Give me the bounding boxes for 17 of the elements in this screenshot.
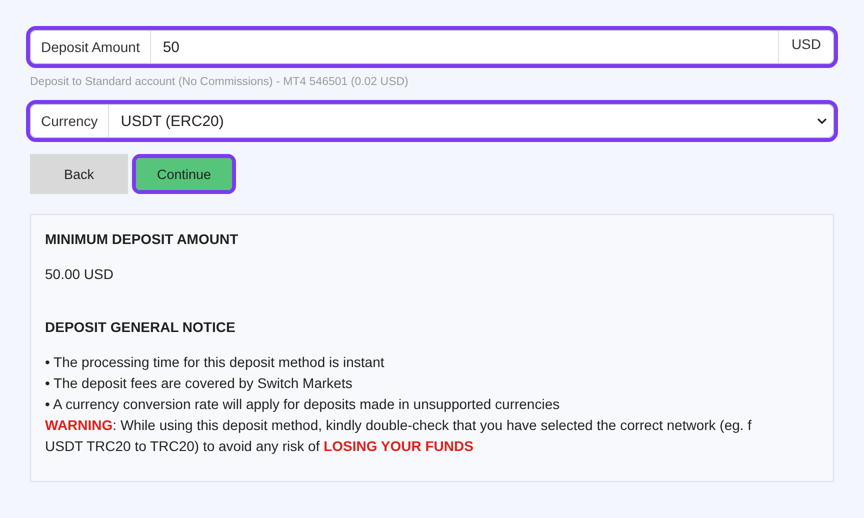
notice-text: • The deposit fees are covered by Switch Markets <box>45 374 354 393</box>
notice-text: • A currency conversion rate will apply for deposits made in unsupported currencies <box>45 395 561 414</box>
currency-suffix: USD <box>778 31 833 63</box>
notice-text: USDT TRC20 to TRC20) to avoid any risk of LOSING YOUR FUNDS <box>45 437 474 456</box>
notice-text: 50.00 USD <box>45 265 114 284</box>
back-button[interactable]: Back <box>30 154 128 194</box>
continue-button[interactable]: Continue <box>136 158 232 190</box>
currency-select[interactable]: Currency USDT (ERC20) <box>30 104 834 138</box>
account-note: Deposit to Standard account (No Commissions) - MT4 546501 (0.02 USD) <box>30 76 410 88</box>
notice-text: WARNING: While using this deposit method, kindly double-check that you have selected the correct network (eg. f <box>45 416 753 435</box>
section-heading: DEPOSIT GENERAL NOTICE <box>45 319 236 335</box>
chevron-down-icon <box>817 118 827 124</box>
selected-value: USDT (ERC20) <box>120 112 225 132</box>
amount-field[interactable]: Deposit Amount 50 USD <box>30 30 834 64</box>
section-heading: MINIMUM DEPOSIT AMOUNT <box>45 231 240 247</box>
field-label: Currency <box>31 105 109 137</box>
notice-text: • The processing time for this deposit method is instant <box>45 353 386 372</box>
